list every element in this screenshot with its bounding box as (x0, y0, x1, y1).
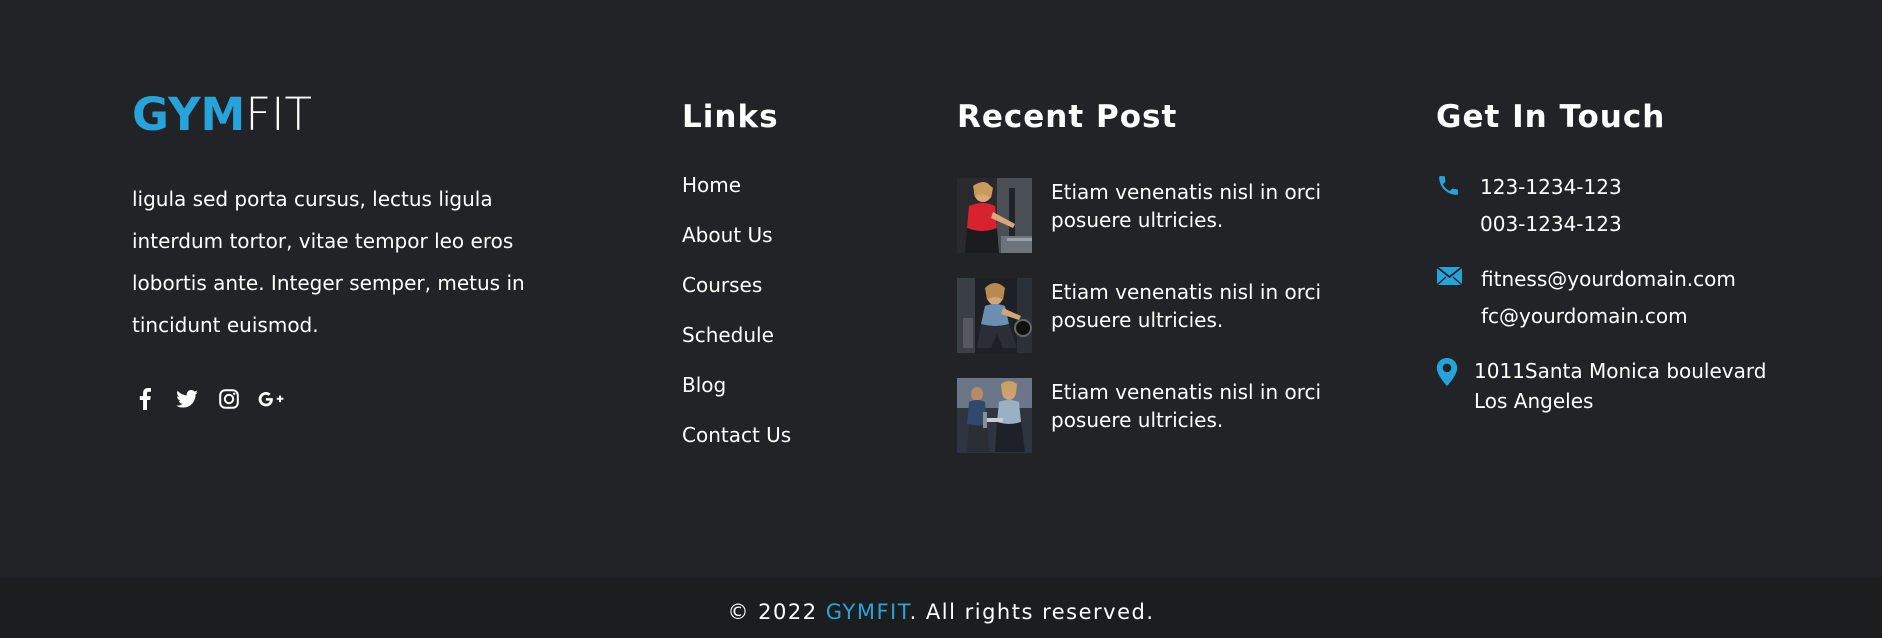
recent-posts-heading: Recent Post (957, 99, 1178, 135)
address-lines: 1011Santa Monica boulevard Los Angeles (1474, 356, 1766, 416)
about-text: ligula sed porta cursus, lectus ligula i… (132, 187, 525, 337)
recent-post-item[interactable]: Etiam venenatis nisl in orci posuere ult… (957, 278, 1357, 378)
footer-main: GYMFIT ligula sed porta cursus, lectus l… (0, 0, 1882, 578)
email-secondary[interactable]: fc@yourdomain.com (1481, 298, 1736, 335)
address-line-1: 1011Santa Monica boulevard (1474, 359, 1767, 383)
link-courses[interactable]: Courses (682, 270, 882, 320)
google-plus-icon[interactable] (258, 386, 284, 412)
logo-part-gym: GYM (132, 88, 246, 141)
contact-details: 123-1234-123 003-1234-123 fitness@yourdo… (1436, 169, 1856, 416)
footer-bottom-bar: © 2022 GYMFIT. All rights reserved. (0, 578, 1882, 638)
post-thumbnail[interactable] (957, 378, 1032, 453)
address-line-2: Los Angeles (1474, 389, 1594, 413)
recent-posts-column: Recent Post Etiam venenatis nisl in orci… (957, 97, 1357, 478)
social-links (132, 384, 532, 414)
copyright-suffix: . All rights reserved. (909, 600, 1155, 624)
phone-row: 123-1234-123 003-1234-123 (1436, 169, 1856, 243)
contact-heading: Get In Touch (1436, 99, 1666, 135)
post-thumbnail[interactable] (957, 178, 1032, 253)
email-primary[interactable]: fitness@yourdomain.com (1481, 261, 1736, 298)
link-schedule[interactable]: Schedule (682, 320, 882, 370)
link-about-us[interactable]: About Us (682, 220, 882, 270)
recent-post-item[interactable]: Etiam venenatis nisl in orci posuere ult… (957, 378, 1357, 478)
links-list: Home About Us Courses Schedule Blog Cont… (682, 170, 882, 470)
instagram-icon[interactable] (216, 386, 242, 412)
brand-column: GYMFIT ligula sed porta cursus, lectus l… (132, 88, 532, 414)
map-pin-icon (1436, 356, 1466, 390)
envelope-icon (1436, 261, 1466, 291)
link-blog[interactable]: Blog (682, 370, 882, 420)
email-lines: fitness@yourdomain.com fc@yourdomain.com (1481, 261, 1736, 335)
address-row: 1011Santa Monica boulevard Los Angeles (1436, 356, 1856, 416)
copyright-text: © 2022 GYMFIT. All rights reserved. (0, 578, 1882, 638)
link-contact-us[interactable]: Contact Us (682, 420, 882, 470)
links-heading: Links (682, 99, 779, 135)
post-title[interactable]: Etiam venenatis nisl in orci posuere ult… (1051, 278, 1351, 378)
copyright-prefix: © 2022 (727, 600, 826, 624)
logo[interactable]: GYMFIT (132, 88, 532, 142)
links-column: Links Home About Us Courses Schedule Blo… (682, 97, 882, 470)
logo-part-fit: FIT (245, 88, 312, 141)
post-thumbnail[interactable] (957, 278, 1032, 353)
contact-column: Get In Touch 123-1234-123 003-1234-123 f… (1436, 97, 1856, 416)
copyright-brand-link[interactable]: GYMFIT (826, 600, 910, 624)
recent-post-item[interactable]: Etiam venenatis nisl in orci posuere ult… (957, 178, 1357, 278)
phone-icon (1436, 169, 1466, 202)
post-title[interactable]: Etiam venenatis nisl in orci posuere ult… (1051, 178, 1351, 278)
link-home[interactable]: Home (682, 170, 882, 220)
post-title[interactable]: Etiam venenatis nisl in orci posuere ult… (1051, 378, 1351, 478)
recent-posts-list: Etiam venenatis nisl in orci posuere ult… (957, 178, 1357, 478)
facebook-icon[interactable] (132, 386, 158, 412)
email-row: fitness@yourdomain.com fc@yourdomain.com (1436, 261, 1856, 335)
twitter-icon[interactable] (174, 386, 200, 412)
phone-lines: 123-1234-123 003-1234-123 (1480, 169, 1622, 243)
phone-number-secondary[interactable]: 003-1234-123 (1480, 206, 1622, 243)
phone-number-primary[interactable]: 123-1234-123 (1480, 169, 1622, 206)
